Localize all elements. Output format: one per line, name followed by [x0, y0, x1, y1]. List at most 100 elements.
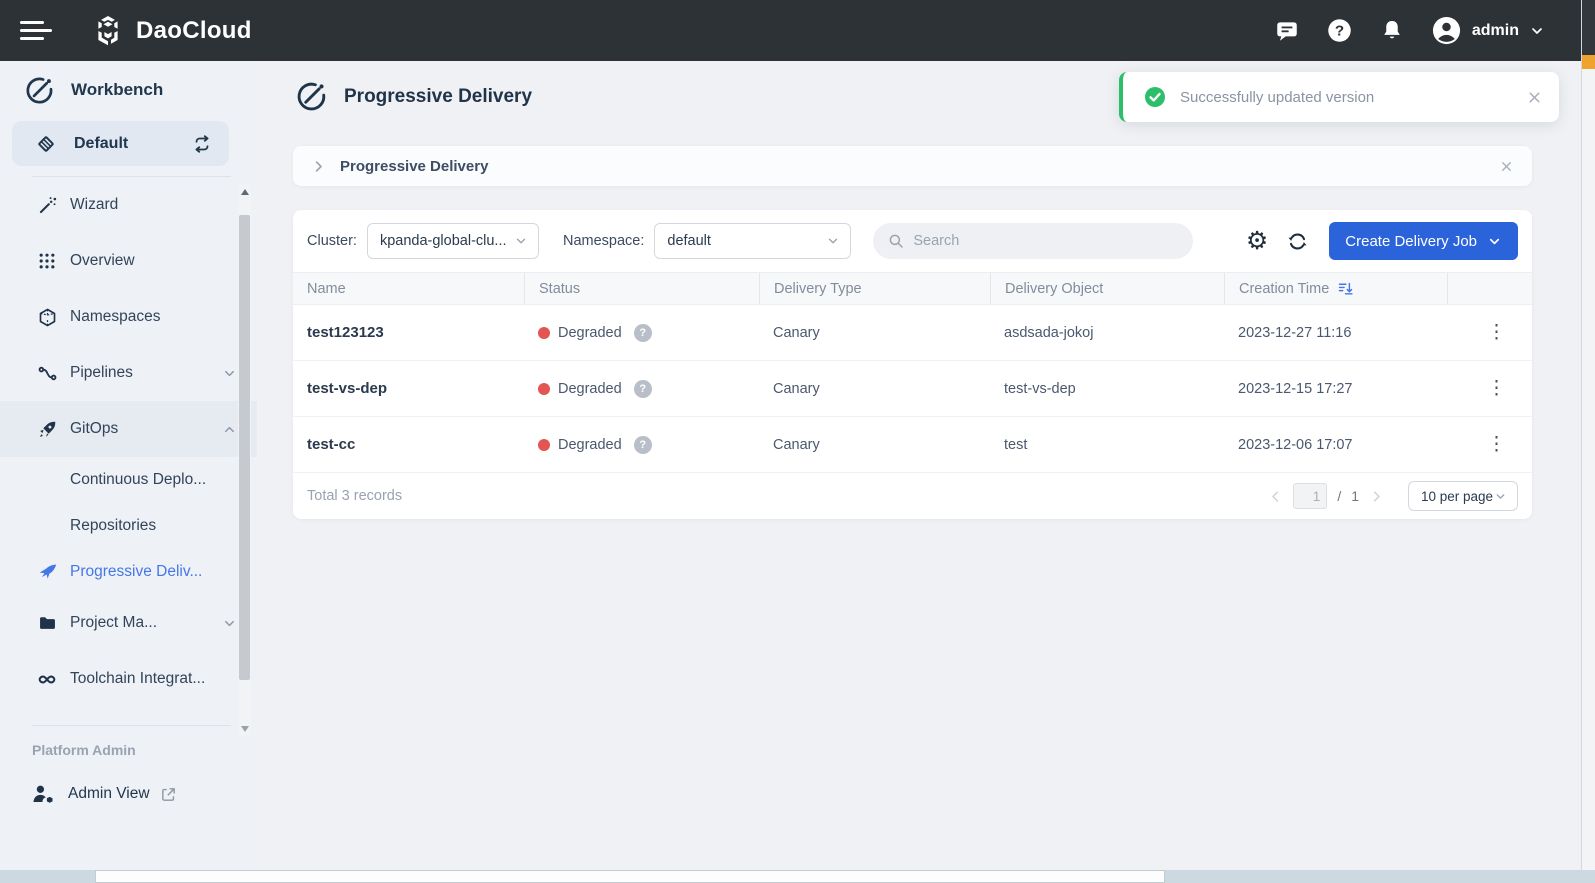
- delivery-object: test: [990, 417, 1224, 472]
- platform-admin-section-label: Platform Admin: [32, 742, 257, 758]
- creation-time: 2023-12-06 17:07: [1224, 417, 1447, 472]
- workbench-icon: [24, 75, 55, 106]
- window-edge-dark-block: [1582, 0, 1595, 55]
- delivery-object: asdsada-jokoj: [990, 305, 1224, 360]
- sidebar-item-label: GitOps: [70, 420, 118, 438]
- caret-down-icon: [1529, 23, 1545, 39]
- table-row[interactable]: test-cc Degraded ? Canary test 2023-12-0…: [293, 417, 1532, 473]
- sidebar-workbench-header: Workbench: [0, 61, 257, 119]
- sidebar-scrollbar[interactable]: [238, 185, 251, 735]
- chat-icon: [1274, 18, 1300, 44]
- next-page-button[interactable]: [1369, 489, 1384, 504]
- help-button[interactable]: ?: [1326, 17, 1353, 44]
- cluster-select[interactable]: kpanda-global-clu...: [367, 223, 539, 259]
- chevron-right-icon[interactable]: [311, 159, 326, 174]
- sort-descending-icon[interactable]: [1337, 280, 1354, 297]
- creation-time: 2023-12-15 17:27: [1224, 361, 1447, 416]
- sidebar-item-toolchain-integration[interactable]: Toolchain Integrat...: [0, 651, 257, 707]
- search-input[interactable]: [913, 233, 1163, 249]
- row-actions-button[interactable]: ⋮: [1487, 379, 1506, 398]
- namespace-select[interactable]: default: [654, 223, 851, 259]
- sidebar-item-label: Progressive Deliv...: [70, 563, 202, 581]
- grid-dots-icon: [36, 251, 58, 271]
- sidebar-item-wizard[interactable]: Wizard: [0, 177, 257, 233]
- avatar: [1431, 15, 1462, 46]
- sidebar-item-namespaces[interactable]: Namespaces: [0, 289, 257, 345]
- sidebar-item-gitops[interactable]: GitOps: [0, 401, 257, 457]
- switch-workspace-button[interactable]: [191, 133, 213, 155]
- column-header-name[interactable]: Name: [293, 273, 524, 304]
- toast-close-button[interactable]: [1526, 89, 1543, 106]
- breadcrumb-close-button[interactable]: [1499, 159, 1514, 174]
- create-delivery-job-button[interactable]: Create Delivery Job: [1329, 222, 1518, 260]
- previous-page-button[interactable]: [1268, 489, 1283, 504]
- folder-icon: [36, 613, 58, 634]
- notifications-button[interactable]: [1379, 18, 1405, 44]
- job-name[interactable]: test-vs-dep: [293, 361, 524, 416]
- breadcrumb: Progressive Delivery: [293, 146, 1532, 186]
- cluster-label: Cluster:: [307, 233, 357, 249]
- horizontal-scrollbar-thumb[interactable]: [95, 870, 1165, 883]
- page-size-select[interactable]: 10 per page: [1408, 481, 1518, 511]
- sidebar-scrollbar-thumb[interactable]: [239, 215, 250, 680]
- status-label: Degraded: [558, 437, 622, 453]
- table-row[interactable]: test-vs-dep Degraded ? Canary test-vs-de…: [293, 361, 1532, 417]
- wand-icon: [36, 195, 58, 216]
- sidebar: Workbench Default: [0, 61, 257, 870]
- status-help-icon[interactable]: ?: [634, 436, 652, 454]
- sidebar-item-repositories[interactable]: Repositories: [0, 503, 257, 549]
- workspace-label: Default: [74, 135, 128, 153]
- sidebar-nav: Wizard Overview Names: [0, 177, 257, 707]
- table-header-row: Name Status Delivery Type Delivery Objec…: [293, 272, 1532, 305]
- search-icon: [887, 232, 905, 250]
- brand-name: DaoCloud: [136, 17, 252, 45]
- refresh-button[interactable]: [1286, 230, 1309, 253]
- column-header-status[interactable]: Status: [524, 273, 759, 304]
- chevron-down-icon: [222, 616, 237, 631]
- status-help-icon[interactable]: ?: [634, 380, 652, 398]
- workspace-selector[interactable]: Default: [12, 121, 229, 166]
- user-menu[interactable]: admin: [1431, 15, 1545, 46]
- sidebar-item-label: Continuous Deplo...: [70, 471, 206, 489]
- job-name[interactable]: test123123: [293, 305, 524, 360]
- top-navbar: DaoCloud ?: [0, 0, 1581, 61]
- menu-toggle-button[interactable]: [20, 16, 54, 45]
- total-pages: 1: [1351, 488, 1359, 504]
- help-icon: ?: [1326, 17, 1353, 44]
- page-separator: /: [1337, 488, 1341, 504]
- delivery-type: Canary: [759, 417, 990, 472]
- sidebar-item-overview[interactable]: Overview: [0, 233, 257, 289]
- row-actions-button[interactable]: ⋮: [1487, 323, 1506, 342]
- chat-button[interactable]: [1274, 18, 1300, 44]
- cluster-select-value: kpanda-global-clu...: [380, 233, 507, 249]
- scroll-down-arrow[interactable]: [238, 722, 251, 735]
- column-header-delivery-object[interactable]: Delivery Object: [990, 273, 1224, 304]
- status-help-icon[interactable]: ?: [634, 324, 652, 342]
- bird-icon: [36, 561, 58, 584]
- column-header-delivery-type[interactable]: Delivery Type: [759, 273, 990, 304]
- table-row[interactable]: test123123 Degraded ? Canary asdsada-jok…: [293, 305, 1532, 361]
- admin-user-icon: [30, 782, 56, 807]
- bell-icon: [1379, 18, 1405, 44]
- column-header-creation-time[interactable]: Creation Time: [1224, 273, 1447, 304]
- row-actions-button[interactable]: ⋮: [1487, 435, 1506, 454]
- delivery-object: test-vs-dep: [990, 361, 1224, 416]
- main-content: Successfully updated version Progressive…: [257, 61, 1581, 870]
- job-name[interactable]: test-cc: [293, 417, 524, 472]
- sidebar-item-progressive-delivery[interactable]: Progressive Deliv...: [0, 549, 257, 595]
- sidebar-item-pipelines[interactable]: Pipelines: [0, 345, 257, 401]
- page-header: Progressive Delivery: [295, 80, 532, 113]
- horizontal-scrollbar[interactable]: [0, 870, 1595, 883]
- pipeline-icon: [36, 363, 58, 384]
- delivery-type: Canary: [759, 305, 990, 360]
- settings-button[interactable]: ⚙: [1246, 229, 1268, 253]
- sidebar-item-admin-view[interactable]: Admin View: [0, 768, 257, 820]
- sidebar-item-continuous-deployment[interactable]: Continuous Deplo...: [0, 457, 257, 503]
- sidebar-divider: [32, 725, 231, 726]
- creation-time: 2023-12-27 11:16: [1224, 305, 1447, 360]
- scroll-up-arrow[interactable]: [238, 185, 251, 198]
- delivery-jobs-panel: Cluster: kpanda-global-clu... Namespace:…: [293, 210, 1532, 519]
- filter-toolbar: Cluster: kpanda-global-clu... Namespace:…: [293, 210, 1532, 272]
- page-number-input[interactable]: [1293, 483, 1327, 509]
- sidebar-item-project-management[interactable]: Project Ma...: [0, 595, 257, 651]
